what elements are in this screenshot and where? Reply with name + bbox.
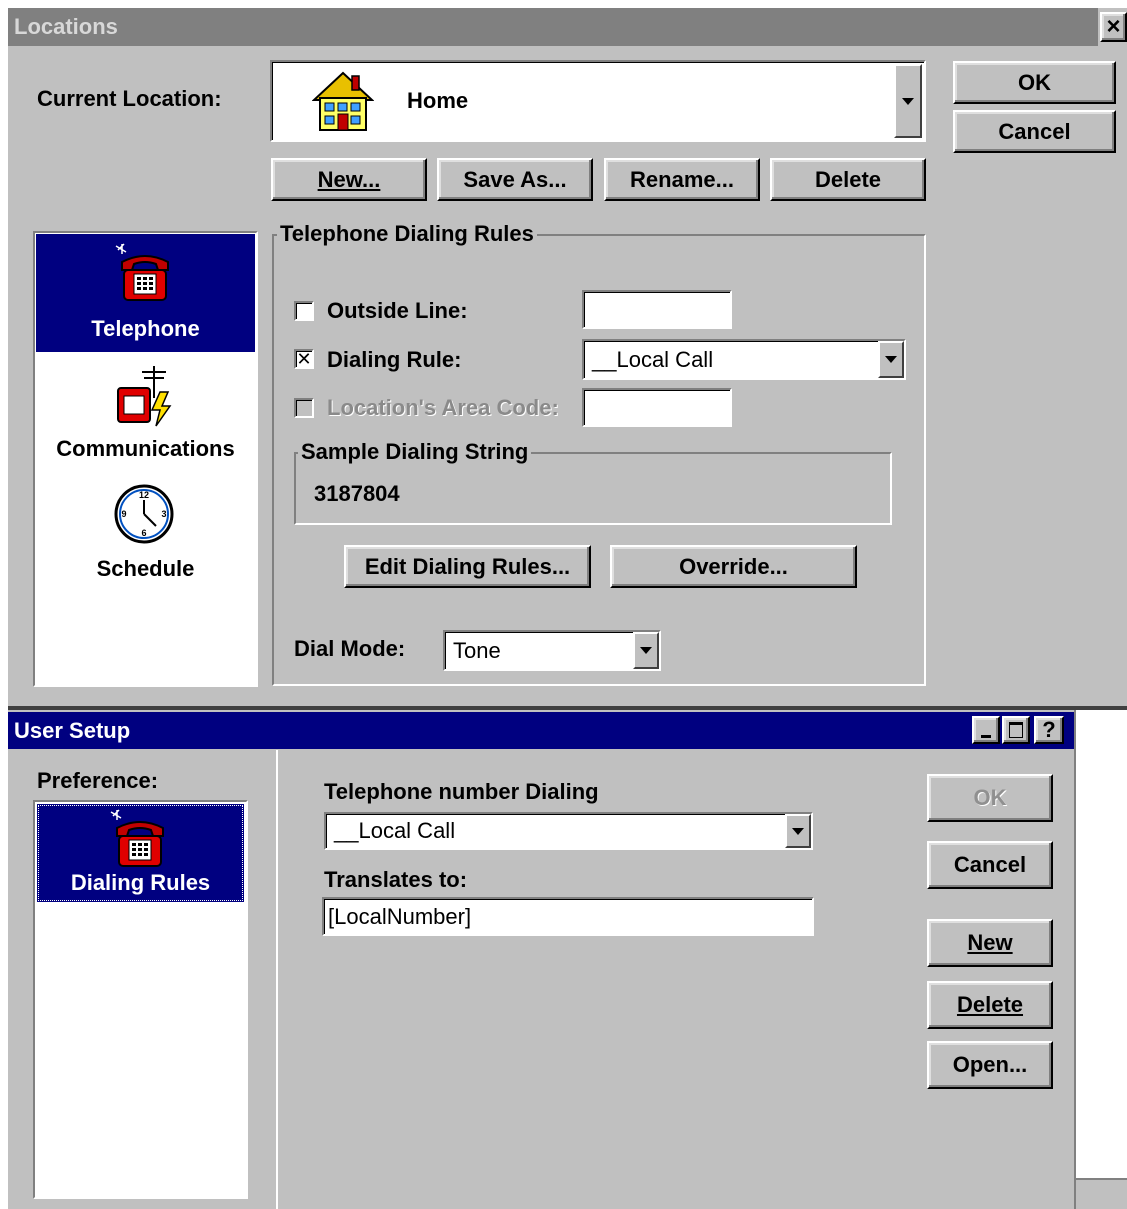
- chevron-down-icon[interactable]: [633, 632, 659, 669]
- locations-titlebar[interactable]: Locations: [8, 8, 1098, 46]
- help-button[interactable]: ?: [1034, 716, 1064, 744]
- area-code-label: Location's Area Code:: [327, 395, 559, 420]
- user-setup-cancel-button[interactable]: Cancel: [927, 841, 1053, 889]
- user-setup-titlebar[interactable]: User Setup: [8, 712, 1074, 749]
- outside-line-input[interactable]: [582, 290, 732, 329]
- user-setup-delete-button[interactable]: Delete: [927, 981, 1053, 1029]
- chevron-down-icon[interactable]: [878, 341, 904, 378]
- outside-line-checkbox[interactable]: [294, 301, 314, 321]
- sidebar-item-telephone-label: Telephone: [91, 316, 200, 341]
- sidebar-item-schedule[interactable]: 12 3 6 9 Schedule: [36, 476, 255, 586]
- translates-input[interactable]: [LocalNumber]: [322, 897, 814, 936]
- dialing-rule-checkbox[interactable]: ✕: [294, 349, 314, 369]
- house-icon: [312, 71, 374, 131]
- current-location-value: Home: [407, 88, 469, 113]
- svg-text:9: 9: [121, 509, 126, 519]
- sidebar-item-communications-label: Communications: [56, 436, 235, 461]
- sample-dialing-title: Sample Dialing String: [298, 439, 532, 465]
- close-button[interactable]: ×: [1100, 12, 1127, 42]
- sidebar-item-schedule-label: Schedule: [96, 556, 195, 581]
- current-location-label: Current Location:: [37, 86, 222, 111]
- maximize-button[interactable]: [1002, 716, 1030, 744]
- dial-mode-dropdown[interactable]: Tone: [443, 630, 661, 671]
- chevron-down-icon[interactable]: [785, 814, 811, 848]
- area-code-checkbox: [294, 398, 314, 418]
- minimize-button[interactable]: [972, 716, 1000, 744]
- svg-text:12: 12: [139, 490, 149, 500]
- telephone-icon: [115, 243, 169, 301]
- translates-value: [LocalNumber]: [328, 903, 472, 929]
- close-icon: ×: [1106, 13, 1121, 40]
- dialing-rules-group-title: Telephone Dialing Rules: [277, 221, 537, 247]
- maximize-icon: [1009, 722, 1023, 738]
- clock-icon: 12 3 6 9: [114, 484, 174, 544]
- sidebar-item-telephone[interactable]: Telephone: [36, 234, 255, 352]
- preference-item-label: Dialing Rules: [70, 870, 211, 895]
- telephone-icon: [110, 809, 164, 867]
- dialing-rule-value: __Local Call: [592, 346, 714, 372]
- ok-button[interactable]: OK: [953, 61, 1116, 104]
- edit-dialing-rules-button[interactable]: Edit Dialing Rules...: [344, 545, 591, 588]
- dial-mode-value: Tone: [453, 637, 501, 663]
- user-setup-title: User Setup: [14, 717, 131, 743]
- new-location-button[interactable]: New...: [271, 158, 427, 201]
- translates-label: Translates to:: [324, 867, 468, 892]
- user-setup-ok-button[interactable]: OK: [927, 774, 1053, 822]
- current-location-dropdown[interactable]: Home: [270, 60, 926, 142]
- tel-dialing-label: Telephone number Dialing: [324, 779, 599, 804]
- tel-dialing-value: __Local Call: [334, 818, 456, 843]
- cancel-button[interactable]: Cancel: [953, 110, 1116, 153]
- user-setup-right-area: [1074, 710, 1127, 1180]
- save-as-button[interactable]: Save As...: [437, 158, 593, 201]
- svg-text:3: 3: [161, 509, 166, 519]
- user-setup-new-button[interactable]: New: [927, 919, 1053, 967]
- user-setup-open-button[interactable]: Open...: [927, 1041, 1053, 1089]
- minimize-icon: [981, 734, 991, 738]
- user-setup-bottom-right: [1074, 1180, 1127, 1209]
- sample-dialing-value: 3187804: [314, 481, 400, 506]
- svg-text:6: 6: [141, 528, 146, 538]
- override-button[interactable]: Override...: [610, 545, 857, 588]
- tel-dialing-dropdown[interactable]: __Local Call: [324, 812, 813, 850]
- dial-mode-label: Dial Mode:: [294, 636, 406, 661]
- delete-location-button[interactable]: Delete: [770, 158, 926, 201]
- dialing-rule-label: Dialing Rule:: [327, 347, 462, 372]
- dialing-rule-dropdown[interactable]: __Local Call: [582, 339, 906, 380]
- preference-label: Preference:: [37, 768, 159, 793]
- chevron-down-icon: [902, 97, 914, 105]
- locations-title: Locations: [14, 14, 118, 39]
- communications-icon: [117, 366, 172, 427]
- sidebar-item-communications[interactable]: Communications: [36, 356, 255, 466]
- area-code-input: [582, 388, 732, 427]
- preference-item-dialing-rules[interactable]: Dialing Rules: [37, 804, 244, 902]
- outside-line-label: Outside Line:: [327, 298, 468, 323]
- help-icon: ?: [1042, 717, 1056, 742]
- check-mark-icon: ✕: [296, 349, 312, 369]
- current-location-dropdown-button[interactable]: [894, 64, 922, 138]
- rename-button[interactable]: Rename...: [604, 158, 760, 201]
